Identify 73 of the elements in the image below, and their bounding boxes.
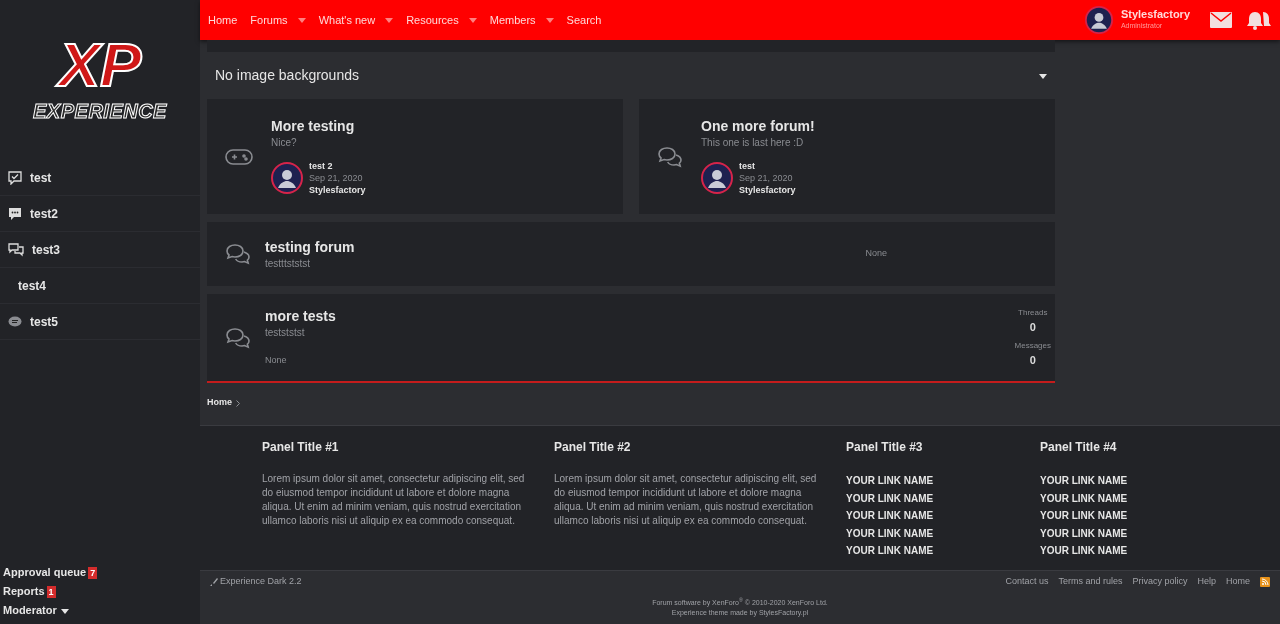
forum-description: testttststst [265, 256, 311, 271]
speech-bubbles-icon [657, 145, 683, 168]
breadcrumb-link[interactable]: Home [207, 396, 232, 410]
stat-label: Threads [1018, 307, 1048, 319]
chat-icon [8, 315, 22, 328]
footer-link[interactable]: Help [1197, 574, 1216, 589]
forum-title[interactable]: more tests [265, 307, 1001, 326]
avatar-icon[interactable] [1084, 6, 1113, 34]
avatar-icon[interactable] [271, 162, 303, 194]
panel-link[interactable]: YOUR LINK NAME [846, 472, 1016, 490]
thread-link[interactable]: test 2 [309, 160, 366, 172]
logo-title: XP [58, 34, 142, 96]
panel-link[interactable]: YOUR LINK NAME [846, 542, 1016, 560]
sidebar-item[interactable]: test2 [0, 196, 200, 232]
forum-description: testststst [265, 326, 306, 341]
footer-link[interactable]: Privacy policy [1132, 574, 1188, 589]
count-badge: 7 [88, 566, 98, 579]
footer-link[interactable]: Terms and rules [1058, 574, 1123, 589]
stat-value: 0 [1029, 352, 1036, 368]
speech-bubbles-icon [225, 243, 251, 265]
sidebar-item[interactable]: test5 [0, 304, 200, 340]
last-post: None [265, 354, 288, 368]
panel-title: Panel Title #2 [554, 439, 632, 456]
forum-title[interactable]: One more forum! [701, 117, 815, 135]
style-chooser[interactable]: Experience Dark 2.2 [210, 574, 302, 589]
panel-link[interactable]: YOUR LINK NAME [846, 507, 1016, 525]
sidebar-item[interactable]: test4 [0, 268, 200, 304]
gamepad-icon [225, 147, 253, 166]
panel-link[interactable]: YOUR LINK NAME [846, 489, 1016, 507]
chevron-icon [236, 399, 240, 407]
speech-bubbles-icon [8, 242, 24, 257]
brush-icon [210, 577, 218, 586]
last-post: None [865, 247, 887, 261]
caret-icon [1039, 73, 1047, 79]
moderator-link[interactable]: Approval queue 7 [0, 563, 200, 582]
panel-title: Panel Title #1 [262, 439, 340, 456]
logo-subtitle: EXPERIENCE [33, 99, 167, 124]
user-link[interactable]: Stylesfactory [739, 184, 796, 196]
stat-label: Messages [1014, 339, 1051, 352]
forum-description: This one is last here :D [701, 136, 805, 150]
moderator-link[interactable]: Moderator [0, 601, 200, 620]
forum-title[interactable]: testing forum [265, 237, 852, 256]
panel-text: Lorem ipsum dolor sit amet, consectetur adipiscing elit, sed do eiusmod tempor incididunt ut labore et dolore magna aliqua. Ut enim ad minim veniam, quis nostrud exercitation ullamco laboris nisi ut aliquip ex ea commodo consequat. [554, 472, 818, 528]
post-date: Sep 21, 2020 [739, 172, 794, 184]
bell-icon[interactable] [1246, 10, 1272, 30]
panel-text: Lorem ipsum dolor sit amet, consectetur adipiscing elit, sed do eiusmod tempor incididunt ut labore et dolore magna aliqua. Ut enim ad minim veniam, quis nostrud exercitation ullamco laboris nisi ut aliquip ex ea commodo consequat. [262, 472, 526, 528]
sidebar-item[interactable]: test [0, 160, 200, 196]
chat-check-icon [8, 170, 22, 185]
speech-bubbles-icon [225, 326, 251, 349]
forum-title[interactable]: More testing [271, 117, 366, 135]
panel-link[interactable]: YOUR LINK NAME [846, 524, 1016, 542]
category-title: No image backgrounds [215, 66, 359, 85]
panel-title: Panel Title #4 [1040, 439, 1118, 456]
sidebar-item[interactable]: test3 [0, 232, 200, 268]
chat-icon [8, 206, 22, 221]
user-link[interactable]: Stylesfactory [309, 184, 366, 196]
panel-link[interactable]: YOUR LINK NAME [1040, 472, 1256, 490]
footer-link[interactable]: Contact us [1005, 574, 1049, 589]
envelope-icon[interactable] [1210, 12, 1232, 28]
panel-link[interactable]: YOUR LINK NAME [1040, 524, 1256, 542]
post-date: Sep 21, 2020 [309, 172, 364, 184]
panel-link[interactable]: YOUR LINK NAME [1040, 489, 1256, 507]
stat-value: 0 [1029, 320, 1036, 335]
panel-title: Panel Title #3 [846, 439, 924, 456]
rss-icon[interactable] [1260, 576, 1270, 587]
panel-link[interactable]: YOUR LINK NAME [1040, 542, 1256, 560]
panel-link[interactable]: YOUR LINK NAME [1040, 507, 1256, 525]
moderator-link[interactable]: Reports 1 [0, 582, 200, 601]
thread-link[interactable]: test [739, 160, 796, 172]
count-badge: 1 [46, 585, 56, 598]
footer-link[interactable]: Home [1226, 574, 1250, 589]
avatar-icon[interactable] [701, 162, 733, 194]
forum-description: Nice? [271, 136, 298, 150]
